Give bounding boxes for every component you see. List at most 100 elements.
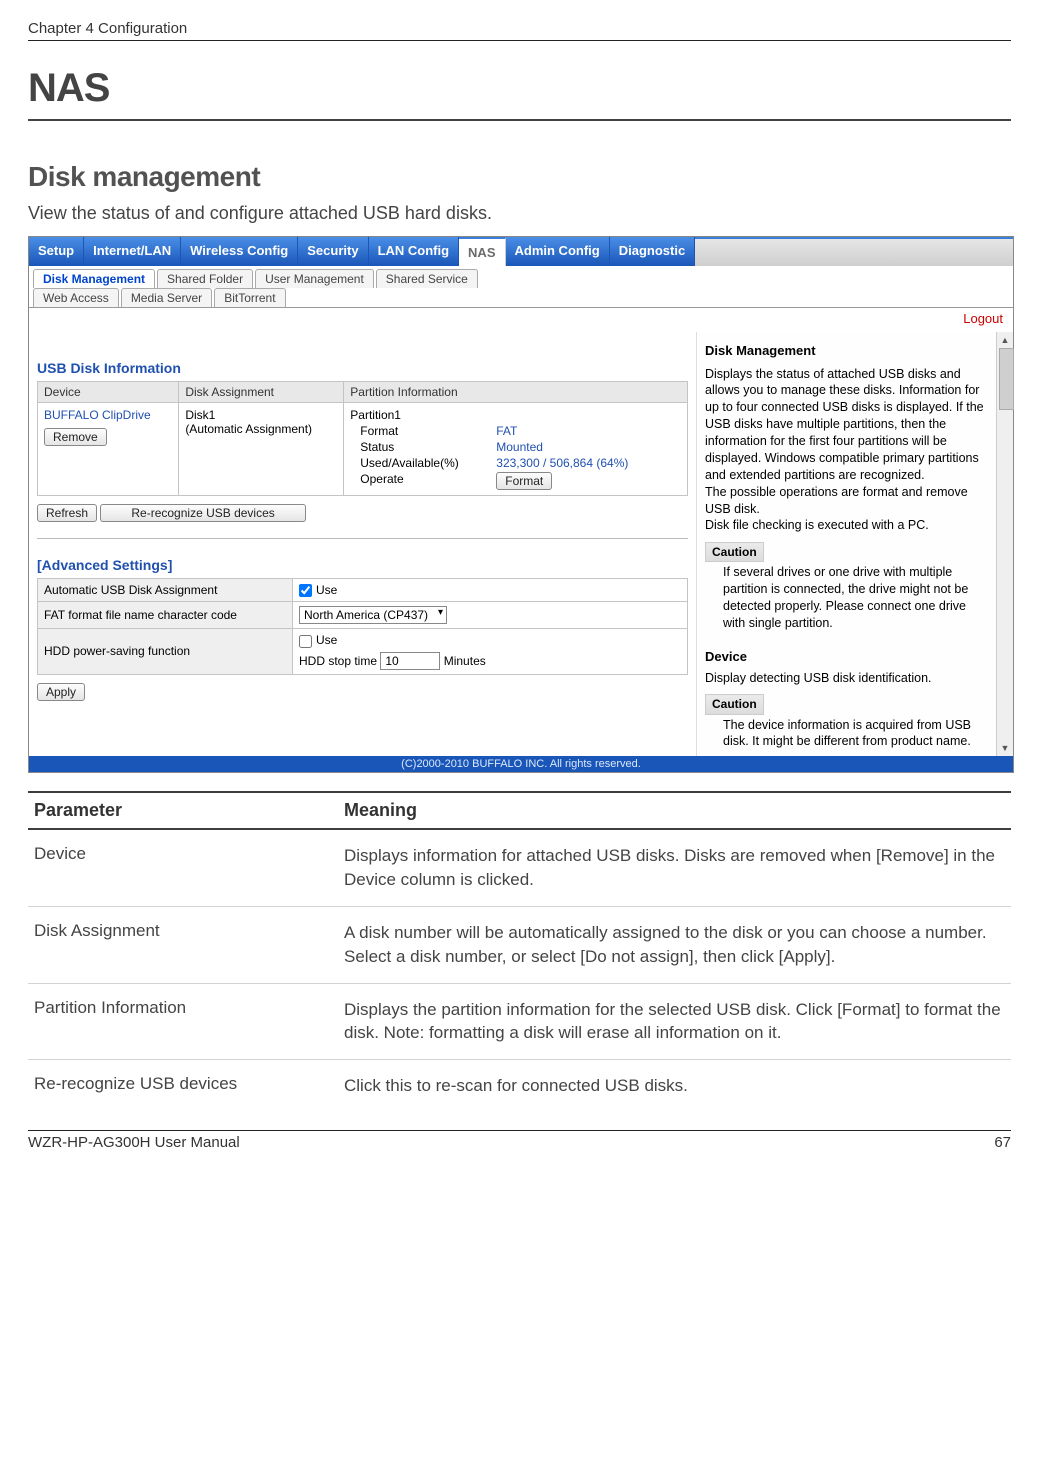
table-row: BUFFALO ClipDrive Remove Disk1 (Automati… <box>38 403 688 496</box>
adv-label-fat: FAT format file name character code <box>38 602 293 629</box>
tab-security[interactable]: Security <box>298 237 368 266</box>
title-rule <box>28 119 1011 121</box>
help-device-para: Display detecting USB disk identificatio… <box>705 670 988 687</box>
copyright-bar: (C)2000-2010 BUFFALO INC. All rights res… <box>29 756 1013 772</box>
hdd-stop-label: HDD stop time <box>299 654 377 668</box>
tab-setup[interactable]: Setup <box>29 237 84 266</box>
adv-label-auto: Automatic USB Disk Assignment <box>38 579 293 602</box>
help-para-3: Disk file checking is executed with a PC… <box>705 517 988 534</box>
adv-label-hdd: HDD power-saving function <box>38 629 293 674</box>
subtab-user-management[interactable]: User Management <box>255 269 374 288</box>
logout-link[interactable]: Logout <box>29 308 1013 332</box>
re-recognize-button[interactable]: Re-recognize USB devices <box>100 504 305 522</box>
param-meaning: Displays information for attached USB di… <box>338 830 1011 906</box>
footer-page-number: 67 <box>994 1134 1011 1151</box>
param-row-device: Device Displays information for attached… <box>28 830 1011 907</box>
format-button[interactable]: Format <box>496 472 552 490</box>
hdd-powersave-checkbox[interactable] <box>299 635 312 648</box>
th-partition-info: Partition Information <box>344 382 688 403</box>
help-title: Disk Management <box>705 342 988 360</box>
parameter-table: Parameter Meaning Device Displays inform… <box>28 791 1011 1112</box>
param-name: Partition Information <box>28 984 338 1060</box>
adv-row-auto: Automatic USB Disk Assignment Use <box>38 579 688 602</box>
param-row-partition-info: Partition Information Displays the parti… <box>28 984 1011 1061</box>
tab-nas[interactable]: NAS <box>459 237 505 266</box>
param-row-rerecognize: Re-recognize USB devices Click this to r… <box>28 1060 1011 1112</box>
param-row-disk-assignment: Disk Assignment A disk number will be au… <box>28 907 1011 984</box>
usb-disk-info-title: USB Disk Information <box>37 360 688 376</box>
tab-internet-lan[interactable]: Internet/LAN <box>84 237 181 266</box>
subtab-shared-service[interactable]: Shared Service <box>376 269 478 288</box>
intro-paragraph: View the status of and configure attache… <box>28 203 1011 224</box>
k-status: Status <box>360 440 490 454</box>
k-format: Format <box>360 424 490 438</box>
help-panel: Disk Management Displays the status of a… <box>696 332 996 756</box>
tab-wireless-config[interactable]: Wireless Config <box>181 237 298 266</box>
help-para-2: The possible operations are format and r… <box>705 484 988 518</box>
scroll-up-icon[interactable]: ▲ <box>997 332 1013 348</box>
param-name: Device <box>28 830 338 906</box>
codepage-select[interactable]: North America (CP437) <box>299 606 447 624</box>
section-title-nas: NAS <box>28 66 1011 111</box>
v-used: 323,300 / 506,864 (64%) <box>496 456 681 470</box>
tab-admin-config[interactable]: Admin Config <box>506 237 610 266</box>
help-caution-label-2: Caution <box>705 694 764 714</box>
subtab-shared-folder[interactable]: Shared Folder <box>157 269 253 288</box>
hdd-stop-input[interactable] <box>380 652 440 670</box>
help-caution-label-1: Caution <box>705 542 764 562</box>
main-tabs-filler <box>695 237 1013 266</box>
help-caution-text-1: If several drives or one drive with mult… <box>705 564 988 632</box>
page-header: Chapter 4 Configuration <box>28 20 1011 41</box>
disk-assignment-note: (Automatic Assignment) <box>185 422 337 436</box>
device-name-link[interactable]: BUFFALO ClipDrive <box>44 408 172 422</box>
th-device: Device <box>38 382 179 403</box>
footer-manual-name: WZR-HP-AG300H User Manual <box>28 1134 240 1151</box>
advanced-settings-table: Automatic USB Disk Assignment Use FAT fo… <box>37 578 688 675</box>
divider <box>37 538 688 539</box>
sub-tabs: Disk Management Shared Folder User Manag… <box>29 266 1013 308</box>
parameter-table-header: Parameter Meaning <box>28 793 1011 830</box>
router-config-screenshot: Setup Internet/LAN Wireless Config Secur… <box>28 236 1014 773</box>
vertical-scrollbar[interactable]: ▲ ▼ <box>996 332 1013 756</box>
th-parameter: Parameter <box>28 793 338 828</box>
subtab-web-access[interactable]: Web Access <box>33 288 119 307</box>
help-caution-text-2: The device information is acquired from … <box>705 717 988 751</box>
refresh-button[interactable]: Refresh <box>37 504 97 522</box>
main-tabs: Setup Internet/LAN Wireless Config Secur… <box>29 237 1013 266</box>
subtab-media-server[interactable]: Media Server <box>121 288 212 307</box>
subtab-bittorrent[interactable]: BitTorrent <box>214 288 285 307</box>
use-label-2: Use <box>316 633 337 647</box>
param-meaning: Click this to re-scan for connected USB … <box>338 1060 1011 1112</box>
param-meaning: A disk number will be automatically assi… <box>338 907 1011 983</box>
k-used: Used/Available(%) <box>360 456 490 470</box>
th-disk-assignment: Disk Assignment <box>179 382 344 403</box>
scroll-down-icon[interactable]: ▼ <box>997 740 1013 756</box>
partition-label: Partition1 <box>350 408 681 422</box>
tab-lan-config[interactable]: LAN Config <box>369 237 459 266</box>
auto-usb-checkbox[interactable] <box>299 584 312 597</box>
use-label: Use <box>316 583 337 597</box>
adv-row-fat: FAT format file name character code Nort… <box>38 602 688 629</box>
param-meaning: Displays the partition information for t… <box>338 984 1011 1060</box>
adv-row-hdd: HDD power-saving function Use HDD stop t… <box>38 629 688 674</box>
k-operate: Operate <box>360 472 490 490</box>
usb-disk-table: Device Disk Assignment Partition Informa… <box>37 381 688 496</box>
chapter-label: Chapter 4 Configuration <box>28 20 187 37</box>
disk-assignment-value: Disk1 <box>185 408 337 422</box>
v-status: Mounted <box>496 440 681 454</box>
advanced-settings-title: [Advanced Settings] <box>37 557 688 573</box>
th-meaning: Meaning <box>338 793 1011 828</box>
left-panel: USB Disk Information Device Disk Assignm… <box>29 332 696 756</box>
v-format: FAT <box>496 424 681 438</box>
help-para-1: Displays the status of attached USB disk… <box>705 366 988 484</box>
table-header-row: Device Disk Assignment Partition Informa… <box>38 382 688 403</box>
help-device-title: Device <box>705 648 988 666</box>
tab-diagnostic[interactable]: Diagnostic <box>610 237 695 266</box>
param-name: Disk Assignment <box>28 907 338 983</box>
subtab-disk-management[interactable]: Disk Management <box>33 269 155 288</box>
param-name: Re-recognize USB devices <box>28 1060 338 1112</box>
page-footer: WZR-HP-AG300H User Manual 67 <box>28 1130 1011 1171</box>
apply-button[interactable]: Apply <box>37 683 85 701</box>
minutes-label: Minutes <box>444 654 486 668</box>
remove-button[interactable]: Remove <box>44 428 107 446</box>
